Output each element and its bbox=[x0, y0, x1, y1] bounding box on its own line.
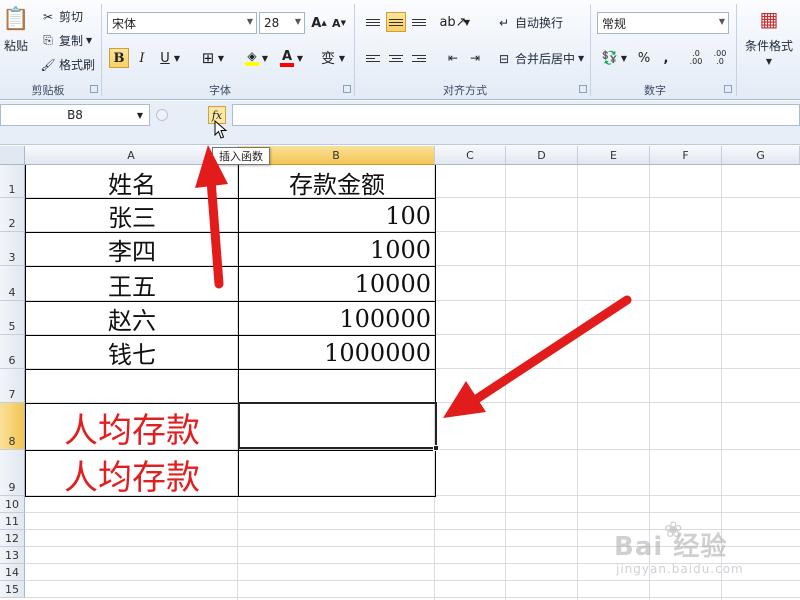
mouse-cursor-icon bbox=[214, 120, 228, 139]
arrow-to-fx-button bbox=[195, 145, 228, 289]
arrow-to-cell-b8 bbox=[443, 295, 632, 418]
annotation-arrows bbox=[195, 145, 632, 418]
